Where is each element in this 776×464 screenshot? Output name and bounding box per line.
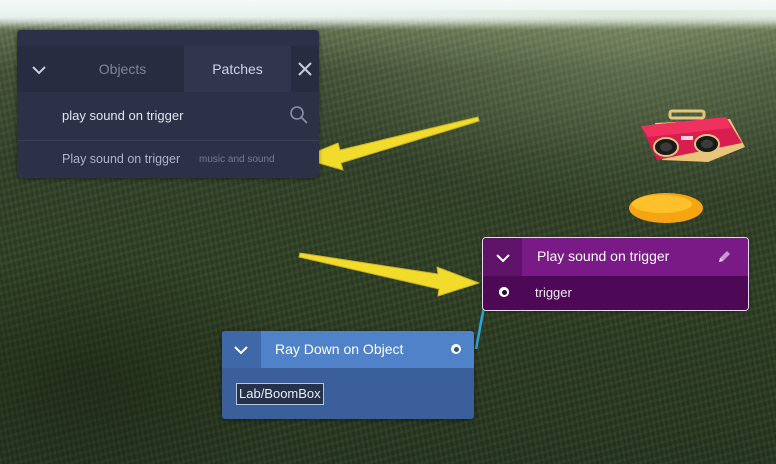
node-body: Lab/BoomBox [222,368,474,419]
patch-library-panel: Objects Patches Play sound on trigger mu… [17,30,319,178]
chevron-down-icon [32,66,46,75]
tab-patches[interactable]: Patches [184,46,291,92]
result-category: music and sound [199,154,275,165]
collapse-panel-button[interactable] [17,46,61,92]
node-header[interactable]: Ray Down on Object [222,331,474,368]
node-title: Play sound on trigger [537,248,670,264]
node-collapse-button[interactable] [222,331,261,368]
library-tabs: Objects Patches [17,46,319,92]
node-collapse-button[interactable] [483,238,522,276]
patch-node-ray-down-on-object[interactable]: Ray Down on Object Lab/BoomBox [222,331,474,419]
trigger-input-label: trigger [535,285,572,300]
chevron-down-icon [234,346,248,355]
patch-search-input[interactable] [17,92,319,138]
node-title: Ray Down on Object [275,341,404,357]
trigger-input-port[interactable] [499,287,509,297]
pencil-icon[interactable] [716,249,732,265]
node-inputs: trigger [483,276,748,310]
search-icon[interactable] [289,105,309,125]
close-panel-button[interactable] [291,46,319,92]
tab-objects[interactable]: Objects [61,46,184,92]
close-icon [298,62,312,76]
search-result-item[interactable]: Play sound on trigger music and sound [17,141,319,178]
node-header[interactable]: Play sound on trigger [483,238,748,276]
output-port[interactable] [451,344,461,354]
object-reference-field[interactable]: Lab/BoomBox [236,383,324,405]
chevron-down-icon [496,254,510,263]
patch-node-play-sound-on-trigger[interactable]: Play sound on trigger trigger [483,238,748,310]
result-title: Play sound on trigger [62,152,181,166]
